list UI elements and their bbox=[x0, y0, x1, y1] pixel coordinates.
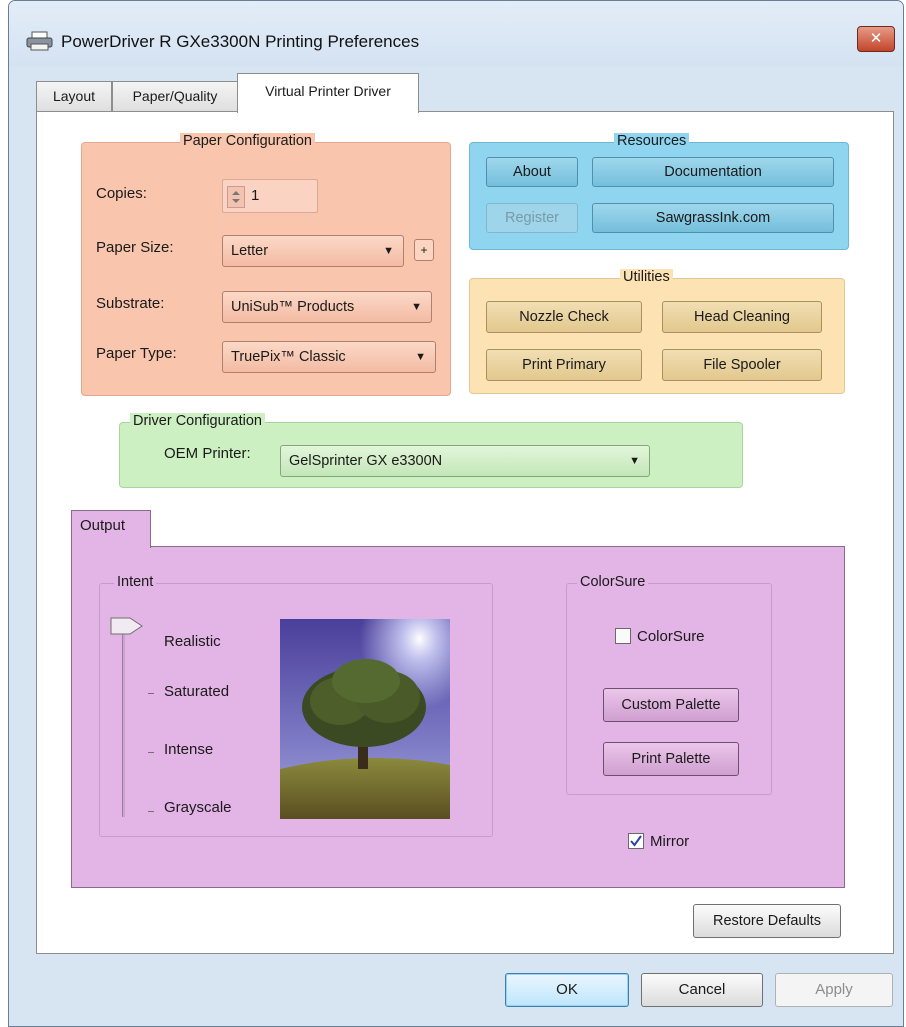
paper-type-label: Paper Type: bbox=[96, 345, 177, 362]
chevron-down-icon: ▼ bbox=[411, 301, 422, 313]
paper-size-value: Letter bbox=[231, 243, 269, 259]
add-paper-size-button[interactable]: + bbox=[414, 239, 434, 261]
close-icon: ✕ bbox=[869, 30, 883, 47]
paper-configuration-title: Paper Configuration bbox=[180, 133, 315, 149]
sawgrassink-link-button[interactable]: SawgrassInk.com bbox=[592, 203, 834, 233]
intent-slider-track[interactable] bbox=[122, 627, 125, 817]
print-palette-button[interactable]: Print Palette bbox=[603, 742, 739, 776]
copies-label: Copies: bbox=[96, 185, 147, 202]
colorsure-checkbox-label: ColorSure bbox=[637, 628, 705, 645]
intent-option-saturated[interactable]: Saturated bbox=[164, 683, 229, 700]
intent-option-intense[interactable]: Intense bbox=[164, 741, 213, 758]
paper-size-label: Paper Size: bbox=[96, 239, 174, 256]
copies-stepper[interactable]: 1 bbox=[222, 179, 318, 213]
intent-preview-image bbox=[280, 619, 450, 819]
tab-page: Paper Configuration Copies: 1 Paper Size… bbox=[36, 111, 894, 954]
slider-tick bbox=[148, 811, 154, 812]
intent-slider-thumb[interactable] bbox=[110, 617, 144, 635]
paper-size-select[interactable]: Letter ▼ bbox=[222, 235, 404, 267]
head-cleaning-button[interactable]: Head Cleaning bbox=[662, 301, 822, 333]
tab-paper-quality[interactable]: Paper/Quality bbox=[112, 81, 238, 111]
colorsure-group: ColorSure ColorSure Custom Palette Print… bbox=[566, 574, 772, 795]
intent-option-grayscale[interactable]: Grayscale bbox=[164, 799, 232, 816]
documentation-button[interactable]: Documentation bbox=[592, 157, 834, 187]
register-button[interactable]: Register bbox=[486, 203, 578, 233]
dialog-window: PowerDriver R GXe3300N Printing Preferen… bbox=[8, 0, 904, 1027]
print-primary-button[interactable]: Print Primary bbox=[486, 349, 642, 381]
colorsure-title: ColorSure bbox=[577, 574, 649, 590]
nozzle-check-button[interactable]: Nozzle Check bbox=[486, 301, 642, 333]
window-title: PowerDriver R GXe3300N Printing Preferen… bbox=[61, 32, 420, 51]
tab-output[interactable]: Output bbox=[71, 510, 151, 548]
custom-palette-button[interactable]: Custom Palette bbox=[603, 688, 739, 722]
oem-printer-select[interactable]: GelSprinter GX e3300N ▼ bbox=[280, 445, 650, 477]
paper-type-value: TruePix™ Classic bbox=[231, 349, 346, 365]
slider-tick bbox=[148, 752, 154, 753]
mirror-checkbox[interactable] bbox=[628, 833, 644, 849]
intent-option-realistic[interactable]: Realistic bbox=[164, 633, 221, 650]
paper-configuration-group: Paper Configuration Copies: 1 Paper Size… bbox=[81, 133, 451, 396]
slider-tick bbox=[148, 693, 154, 694]
driver-configuration-group: Driver Configuration OEM Printer: GelSpr… bbox=[119, 413, 743, 488]
title-bar: PowerDriver R GXe3300N Printing Preferen… bbox=[9, 1, 903, 67]
close-button[interactable]: ✕ bbox=[857, 26, 895, 52]
checkmark-icon bbox=[630, 835, 642, 847]
copies-value: 1 bbox=[251, 187, 260, 204]
oem-printer-value: GelSprinter GX e3300N bbox=[289, 453, 443, 469]
chevron-down-icon: ▼ bbox=[383, 245, 394, 257]
cancel-button[interactable]: Cancel bbox=[641, 973, 763, 1007]
driver-configuration-title: Driver Configuration bbox=[130, 413, 265, 429]
ok-button[interactable]: OK bbox=[505, 973, 629, 1007]
resources-title: Resources bbox=[614, 133, 690, 149]
restore-defaults-button[interactable]: Restore Defaults bbox=[693, 904, 841, 938]
utilities-title: Utilities bbox=[620, 269, 673, 285]
chevron-down-icon: ▼ bbox=[415, 351, 426, 363]
output-panel: Intent Realistic Saturated Intense Grays… bbox=[71, 546, 845, 888]
tab-virtual-printer-driver[interactable]: Virtual Printer Driver bbox=[237, 73, 419, 113]
substrate-value: UniSub™ Products bbox=[231, 299, 355, 315]
apply-button[interactable]: Apply bbox=[775, 973, 893, 1007]
intent-title: Intent bbox=[114, 574, 157, 590]
substrate-label: Substrate: bbox=[96, 295, 165, 312]
mirror-label: Mirror bbox=[650, 833, 690, 850]
chevron-down-icon: ▼ bbox=[629, 455, 640, 467]
about-button[interactable]: About bbox=[486, 157, 578, 187]
utilities-group: Utilities Nozzle Check Head Cleaning Pri… bbox=[469, 269, 845, 394]
tab-layout[interactable]: Layout bbox=[36, 81, 112, 111]
resources-group: Resources About Documentation Register S… bbox=[469, 133, 849, 250]
file-spooler-button[interactable]: File Spooler bbox=[662, 349, 822, 381]
spinner-icon[interactable] bbox=[227, 186, 245, 208]
colorsure-checkbox[interactable] bbox=[615, 628, 631, 644]
oem-printer-label: OEM Printer: bbox=[164, 445, 251, 462]
printer-icon bbox=[26, 31, 53, 51]
substrate-select[interactable]: UniSub™ Products ▼ bbox=[222, 291, 432, 323]
paper-type-select[interactable]: TruePix™ Classic ▼ bbox=[222, 341, 436, 373]
